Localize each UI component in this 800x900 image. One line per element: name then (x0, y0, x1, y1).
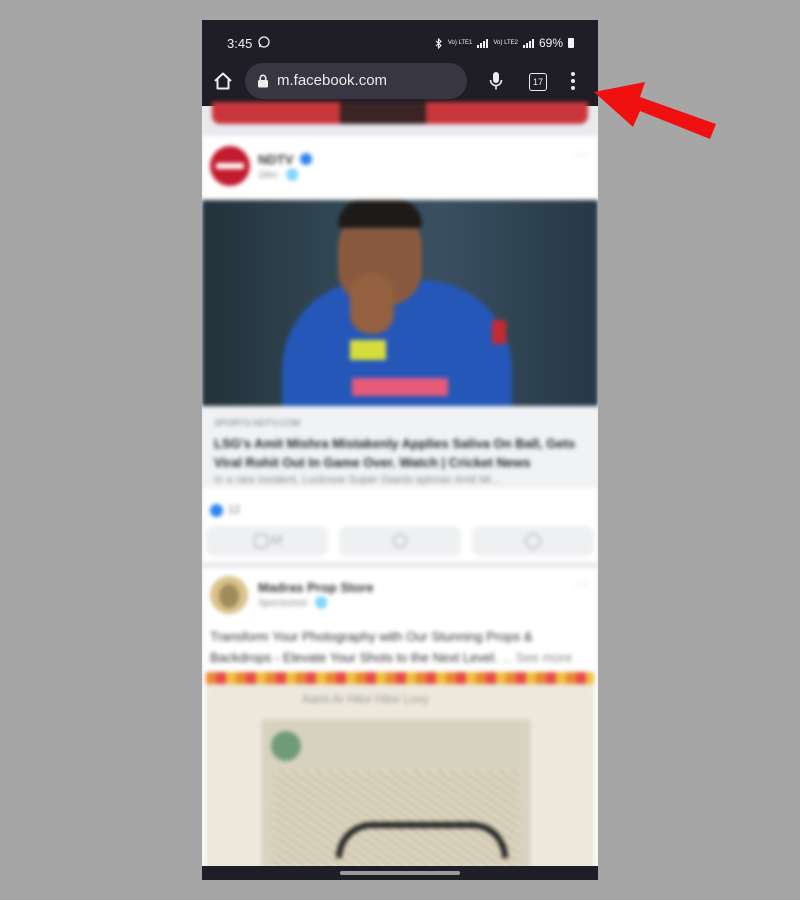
gesture-handle[interactable] (340, 871, 460, 875)
feed-post[interactable]: Madras Prop Store Sponsored · 🌐 ··· Tran… (202, 568, 598, 868)
page-name[interactable]: Madras Prop Store (258, 580, 374, 595)
eyeglasses-prop (336, 822, 508, 858)
link-source: SPORTS.NDTV.COM (214, 418, 301, 428)
whatsapp-icon (258, 36, 270, 48)
address-bar[interactable]: m.facebook.com (245, 63, 467, 99)
post-meta: 18m · 🌐 (258, 170, 299, 181)
battery-icon (568, 38, 574, 48)
feed-post[interactable]: NDTV 18m · 🌐 ··· SPORTS.NDTV.COM LSG's A… (202, 136, 598, 562)
phone-screen: 3:45 Vo) LTE1 Vo) LTE2 69% m.facebook.co… (202, 20, 598, 880)
network-label-2: Vo) LTE2 (493, 40, 518, 46)
menu-dot (571, 72, 575, 76)
page-avatar[interactable] (210, 576, 248, 614)
link-title: LSG's Amit Mishra Mistakenly Applies Sal… (214, 436, 576, 470)
thumbs-up-icon (254, 534, 268, 548)
post-options-icon[interactable]: ··· (574, 576, 590, 591)
home-icon[interactable] (212, 70, 234, 92)
image-caption: Aami Ar Hilor Hilor Lovy (302, 692, 429, 706)
post-image[interactable]: Aami Ar Hilor Hilor Lovy (206, 672, 594, 868)
post-options-icon[interactable]: ··· (574, 146, 590, 161)
status-time: 3:45 (227, 36, 253, 51)
post-text: Transform Your Photography with Our Stun… (210, 626, 590, 668)
microphone-icon[interactable] (486, 70, 506, 92)
menu-dot (571, 86, 575, 90)
page-name[interactable]: NDTV (258, 152, 293, 167)
bluetooth-icon (435, 37, 442, 49)
link-description: In a rare incident, Lucknow Super Giants… (214, 474, 501, 486)
post-meta: Sponsored · 🌐 (258, 598, 328, 609)
status-indicators: Vo) LTE1 Vo) LTE2 69% (435, 36, 574, 50)
link-preview[interactable]: SPORTS.NDTV.COM LSG's Amit Mishra Mistak… (202, 406, 598, 488)
like-button[interactable]: 12 (206, 526, 328, 556)
brand-logo-icon (271, 731, 301, 761)
reaction-count[interactable]: 12 (228, 504, 240, 516)
share-button[interactable] (472, 526, 594, 556)
menu-dot (571, 79, 575, 83)
lock-icon (258, 74, 268, 88)
post-body: Transform Your Photography with Our Stun… (210, 629, 533, 665)
battery-percent: 69% (538, 36, 563, 50)
post-image[interactable] (202, 200, 598, 406)
previous-post-banner (212, 102, 588, 124)
signal-icon (477, 38, 489, 48)
more-options-menu-button[interactable] (566, 69, 580, 95)
see-more-link[interactable]: ... See more (501, 650, 572, 665)
page-avatar[interactable] (210, 146, 250, 186)
facebook-feed: NDTV 18m · 🌐 ··· SPORTS.NDTV.COM LSG's A… (202, 102, 598, 868)
tab-switcher-button[interactable]: 17 (529, 73, 547, 91)
navigation-gesture-bar (202, 866, 598, 880)
browser-toolbar: m.facebook.com 17 (202, 60, 598, 106)
share-icon (523, 531, 543, 551)
like-count: 12 (270, 534, 283, 546)
comment-icon (393, 534, 407, 548)
like-reaction-icon (210, 504, 223, 517)
comment-button[interactable] (339, 526, 461, 556)
url-text: m.facebook.com (277, 72, 388, 89)
network-label-1: Vo) LTE1 (447, 40, 473, 46)
verified-badge-icon (300, 153, 312, 165)
garland-decoration (206, 672, 594, 684)
signal-icon (522, 38, 534, 48)
